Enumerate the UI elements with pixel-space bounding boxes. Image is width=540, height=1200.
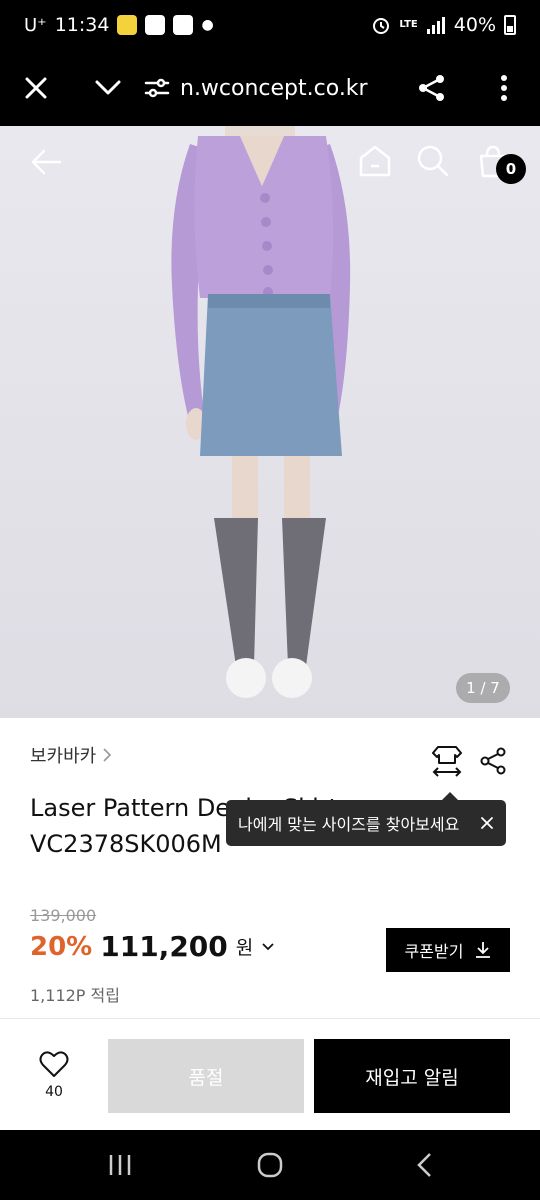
signal-icon <box>426 17 445 34</box>
size-guide-button[interactable] <box>428 742 466 778</box>
recent-apps-icon <box>109 1155 131 1175</box>
back-nav-button[interactable] <box>384 1130 464 1200</box>
price-row: 20% 111,200 원 <box>30 930 275 963</box>
share-product-button[interactable] <box>476 744 510 778</box>
battery-percent: 40% <box>453 14 496 36</box>
product-image[interactable] <box>0 126 540 718</box>
arrow-left-icon <box>31 149 62 175</box>
site-settings-icon <box>144 78 170 98</box>
system-navigation-bar <box>0 1130 540 1200</box>
original-price: 139,000 <box>30 906 97 925</box>
like-count: 40 <box>45 1084 63 1100</box>
collapse-button[interactable] <box>72 50 144 126</box>
more-notifications-dot: ● <box>201 17 214 33</box>
close-icon <box>25 77 47 99</box>
home-button[interactable] <box>356 142 394 180</box>
chevron-left-icon <box>417 1153 431 1177</box>
carrier-label: U⁺ <box>24 14 47 36</box>
home-icon <box>359 145 391 177</box>
size-tooltip: 나에게 맞는 사이즈를 찾아보세요 <box>226 792 506 846</box>
close-icon[interactable] <box>480 816 494 830</box>
browser-menu-button[interactable] <box>468 50 540 126</box>
currency-label: 원 <box>235 937 254 959</box>
url-text: n.wconcept.co.kr <box>180 75 368 101</box>
product-photo <box>171 126 351 698</box>
close-tab-button[interactable] <box>0 50 72 126</box>
restock-alert-button[interactable]: 재입고 알림 <box>314 1039 510 1113</box>
back-button[interactable] <box>28 144 64 180</box>
search-button[interactable] <box>414 142 452 180</box>
size-tooltip-text: 나에게 맞는 사이즈를 찾아보세요 <box>238 815 460 834</box>
cart-count-badge: 0 <box>496 154 526 184</box>
message-notification-icon <box>173 15 194 35</box>
search-icon <box>417 145 449 177</box>
coupon-button-label: 쿠폰받기 <box>404 942 464 961</box>
battery-icon <box>504 15 516 35</box>
heart-icon <box>39 1051 69 1077</box>
network-type: LTE <box>399 19 418 30</box>
coupon-download-button[interactable]: 쿠폰받기 <box>386 928 510 972</box>
share-icon <box>480 747 506 775</box>
share-page-button[interactable] <box>396 50 468 126</box>
chevron-down-icon[interactable] <box>261 942 275 952</box>
more-vertical-icon <box>501 75 507 101</box>
status-bar: U⁺ 11:34 ● LTE 40% <box>0 0 540 50</box>
soldout-button[interactable]: 품절 <box>108 1039 304 1113</box>
download-icon <box>476 942 491 958</box>
home-circle-icon <box>257 1152 283 1178</box>
image-counter: 1 / 7 <box>456 673 510 703</box>
browser-toolbar: n.wconcept.co.kr <box>0 50 540 126</box>
app-notification-icon <box>117 15 138 35</box>
discount-rate: 20% <box>30 931 93 962</box>
chevron-right-icon <box>103 748 112 762</box>
sale-price: 111,200 <box>100 930 228 963</box>
chevron-down-icon <box>95 80 121 95</box>
clock: 11:34 <box>54 14 110 36</box>
home-nav-button[interactable] <box>230 1130 310 1200</box>
alarm-icon <box>373 18 390 34</box>
recent-apps-button[interactable] <box>80 1130 160 1200</box>
like-button[interactable]: 40 <box>30 1050 78 1100</box>
share-icon <box>419 75 444 101</box>
size-fit-icon <box>432 746 462 777</box>
reward-points: 1,112P 적립 <box>30 986 120 1005</box>
brand-link[interactable]: 보카바카 <box>30 742 112 768</box>
gallery-notification-icon <box>145 15 166 35</box>
brand-name: 보카바카 <box>30 746 97 767</box>
address-bar[interactable]: n.wconcept.co.kr <box>144 76 396 101</box>
divider <box>0 1018 540 1019</box>
